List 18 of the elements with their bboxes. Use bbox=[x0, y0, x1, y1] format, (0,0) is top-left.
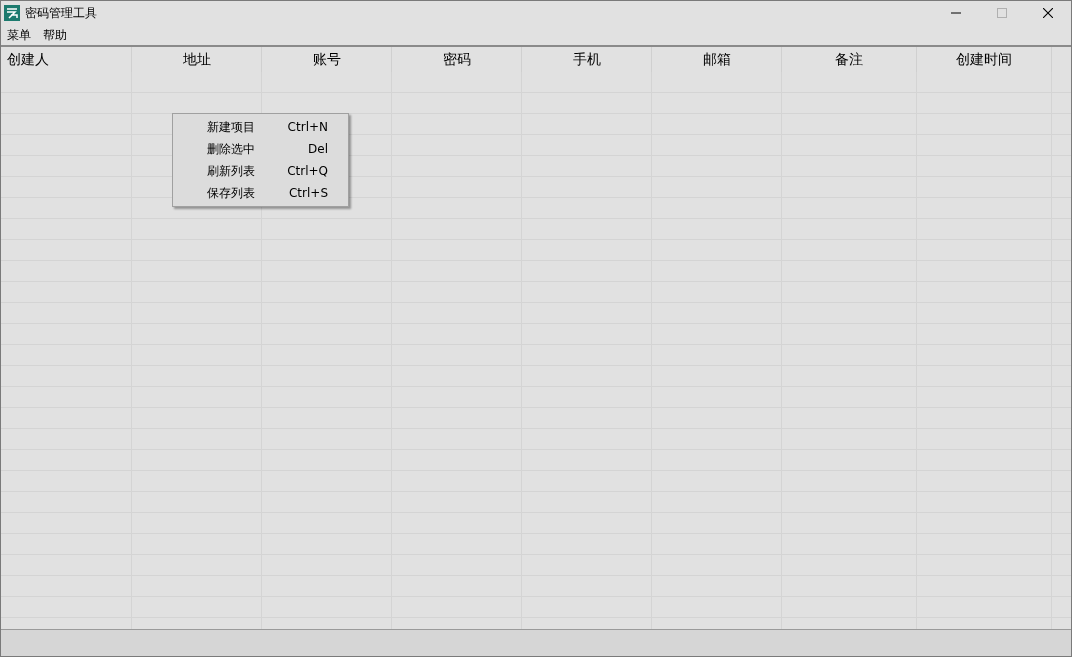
context-menu-item[interactable]: 新建项目 Ctrl+N bbox=[173, 116, 348, 138]
close-icon bbox=[1043, 8, 1053, 18]
column-header[interactable]: 账号 bbox=[262, 47, 392, 72]
context-menu-item[interactable]: 删除选中 Del bbox=[173, 138, 348, 160]
maximize-icon bbox=[997, 8, 1007, 18]
context-menu-item[interactable]: 刷新列表 Ctrl+Q bbox=[173, 160, 348, 182]
app-icon bbox=[4, 5, 20, 21]
column-header[interactable]: 手机 bbox=[522, 47, 652, 72]
context-menu-item[interactable]: 保存列表 Ctrl+S bbox=[173, 182, 348, 204]
column-header[interactable]: 创建人 bbox=[1, 47, 132, 72]
menu-item[interactable]: 帮助 bbox=[37, 26, 73, 44]
column-header[interactable]: 地址 bbox=[132, 47, 262, 72]
column-header[interactable]: 创建时间 bbox=[917, 47, 1052, 72]
menu-item[interactable]: 菜单 bbox=[1, 26, 37, 44]
window-title: 密码管理工具 bbox=[25, 5, 97, 22]
column-header[interactable]: 邮箱 bbox=[652, 47, 782, 72]
column-header[interactable]: 密码 bbox=[392, 47, 522, 72]
column-header[interactable]: 备注 bbox=[782, 47, 917, 72]
